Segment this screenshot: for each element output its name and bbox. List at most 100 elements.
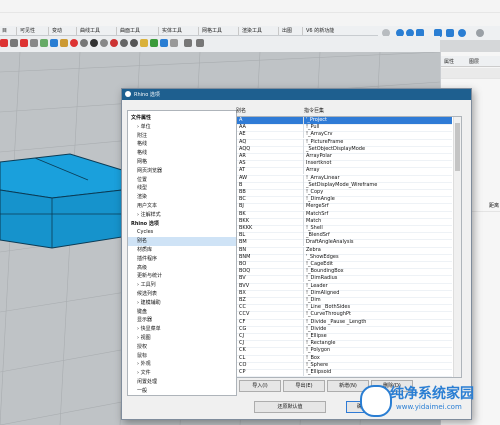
tool-icon-13[interactable] [120, 39, 128, 47]
tree-item[interactable]: 格线 [128, 149, 236, 158]
tree-item[interactable]: 位置 [128, 176, 236, 185]
tool-icon-3[interactable] [20, 39, 28, 47]
tool-icon-2[interactable] [10, 39, 18, 47]
tree-item[interactable]: › 工具列 [128, 281, 236, 290]
alias-cell: CG [239, 325, 247, 332]
tree-item[interactable]: › 快显菜单 [128, 325, 236, 334]
import-button[interactable]: 导入(I) [239, 380, 281, 392]
tool-icon-16[interactable] [150, 39, 158, 47]
tree-item[interactable]: 授权 [128, 343, 236, 352]
blue-box-top[interactable] [0, 153, 123, 199]
tree-item[interactable]: › 视图 [128, 334, 236, 343]
tree-item[interactable]: › 外观 [128, 360, 236, 369]
tool-icon-6[interactable] [50, 39, 58, 47]
column-divider [303, 361, 304, 369]
tool-icon-10[interactable] [90, 39, 98, 47]
folder-icon[interactable] [446, 29, 454, 37]
tree-item[interactable]: 鼠标 [128, 352, 236, 361]
tree-item[interactable]: 候选列表 [128, 290, 236, 299]
tree-item[interactable]: 一般 [128, 387, 236, 395]
column-divider [303, 203, 304, 211]
tab-surface-tools[interactable]: 曲面工具 [116, 27, 140, 35]
cog-icon[interactable] [476, 29, 484, 37]
tree-item[interactable]: 网页浏览器 [128, 167, 236, 176]
tool-icon-4[interactable] [30, 39, 38, 47]
tab-render-tools[interactable]: 渲染工具 [238, 27, 262, 35]
tab-solid-tools[interactable]: 实体工具 [158, 27, 182, 35]
scrollbar-thumb[interactable] [455, 123, 460, 171]
tree-item[interactable]: › 单位 [128, 123, 236, 132]
alias-cell: CF [239, 318, 246, 325]
macro-cell: !_PictureFrame [306, 138, 344, 145]
tool-icon-18[interactable] [170, 39, 178, 47]
tree-item[interactable]: 文件属性 [128, 114, 236, 123]
tab-v6-new[interactable]: V6 的新功能 [302, 27, 334, 35]
alias-row[interactable]: CP !_Ellipsoid [237, 369, 452, 377]
macro-cell: _SetDisplayMode_Wireframe [306, 181, 378, 188]
tool-icon-1[interactable] [0, 39, 8, 47]
alias-list[interactable]: A '_Project AA !_Pull AE !_ArrayCrv AQ !_Pictur… [236, 116, 462, 378]
tree-item[interactable]: 渲染 [128, 193, 236, 202]
tree-item[interactable]: › 注解样式 [128, 211, 236, 220]
tab-visibility[interactable]: 可见性 [16, 27, 35, 35]
tool-icon-20[interactable] [196, 39, 204, 47]
tool-icon-19[interactable] [184, 39, 192, 47]
tree-item[interactable]: Cycles [128, 228, 236, 237]
tool-icon-17[interactable] [160, 39, 168, 47]
column-divider [303, 369, 304, 376]
tree-item[interactable]: › 建模辅助 [128, 299, 236, 308]
tool-icon-11[interactable] [100, 39, 108, 47]
column-divider [303, 196, 304, 204]
tab-mesh-tools[interactable]: 网格工具 [198, 27, 222, 35]
tool-icon-5[interactable] [40, 39, 48, 47]
alias-column-header[interactable]: 别名 [236, 107, 246, 114]
alias-list-scrollbar[interactable] [453, 117, 461, 377]
macro-cell: !_Ellipsoid [306, 369, 332, 375]
dialog-title: Rhino 选项 [134, 92, 160, 98]
tree-item[interactable]: 格线 [128, 140, 236, 149]
restore-defaults-button[interactable]: 还原默认值 [254, 401, 326, 413]
tool-icon-12[interactable] [110, 39, 118, 47]
tool-icon-14[interactable] [130, 39, 138, 47]
blue-box-front[interactable] [0, 189, 123, 249]
export-button[interactable]: 导出(E) [283, 380, 325, 392]
tab-curve-tools[interactable]: 曲线工具 [76, 27, 100, 35]
tree-item[interactable]: 材质库 [128, 246, 236, 255]
tree-item[interactable]: 闲置处理 [128, 378, 236, 387]
tree-item[interactable]: 用户文本 [128, 202, 236, 211]
tool-icon-7[interactable] [60, 39, 68, 47]
tab-layers[interactable]: 图层 [469, 58, 479, 65]
alias-cell: BC [239, 196, 246, 203]
tree-item[interactable]: 网格 [128, 158, 236, 167]
column-divider [303, 131, 304, 139]
tree-item[interactable]: › 文件 [128, 369, 236, 378]
macro-column-header[interactable]: 指令巨集 [304, 107, 324, 114]
tree-item[interactable]: 键盘 [128, 308, 236, 317]
tab-0[interactable]: 目 [2, 27, 7, 35]
tree-item[interactable]: 高级 [128, 264, 236, 273]
tab-properties[interactable]: 属性 [444, 58, 454, 65]
tree-item[interactable]: 线型 [128, 184, 236, 193]
column-divider [303, 311, 304, 319]
column-divider [303, 261, 304, 268]
macro-cell: !_Box [306, 354, 320, 361]
tree-item[interactable]: 显示器 [128, 316, 236, 325]
tool-icon-8[interactable] [70, 39, 78, 47]
macro-cell: !_CurveThroughPt [306, 311, 351, 318]
tab-transform[interactable]: 变动 [48, 27, 62, 35]
tool-icon-9[interactable] [80, 39, 88, 47]
tree-item[interactable]: 更新与统计 [128, 272, 236, 281]
tab-layout[interactable]: 出图 [278, 27, 292, 35]
alias-cell: CC [239, 304, 246, 311]
tree-item[interactable]: 插件程序 [128, 255, 236, 264]
column-divider [303, 124, 304, 132]
rhino-logo-icon [125, 91, 131, 97]
tree-item[interactable]: Rhino 选项 [128, 220, 236, 229]
tool-icon-15[interactable] [140, 39, 148, 47]
column-divider [303, 282, 304, 290]
settings-icon[interactable] [458, 29, 466, 37]
alias-cell: CCV [239, 311, 250, 318]
tree-item[interactable]: 别名 [128, 237, 236, 247]
macro-cell: !_Shell [306, 225, 323, 231]
tree-item[interactable]: 附注 [128, 132, 236, 141]
